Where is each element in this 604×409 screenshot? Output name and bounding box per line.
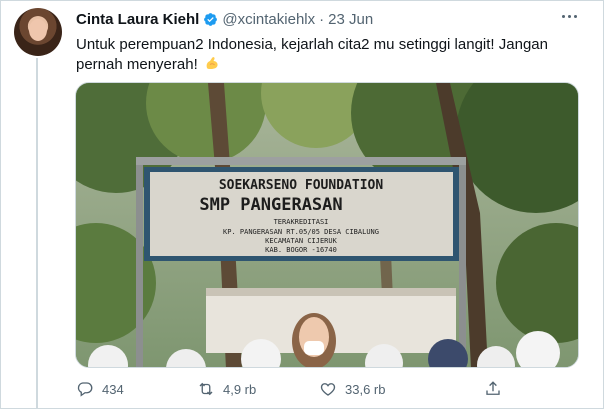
retweet-count: 4,9 rb bbox=[223, 381, 257, 397]
flexed-biceps-emoji-icon bbox=[206, 57, 218, 69]
retweet-icon bbox=[199, 382, 213, 396]
tweet-header: Cinta Laura Kiehl @xcintakiehlx · 23 Jun bbox=[76, 11, 373, 28]
sign-line-2: SMP PANGERASAN bbox=[199, 195, 342, 215]
sign-line-3: TERAKREDITASI bbox=[274, 218, 329, 226]
more-options-icon[interactable] bbox=[562, 9, 582, 23]
reply-count: 434 bbox=[102, 381, 124, 397]
share-icon bbox=[486, 381, 500, 395]
author-handle[interactable]: @xcintakiehlx bbox=[222, 11, 315, 28]
tweet-text-body: Untuk perempuan2 Indonesia, kejarlah cit… bbox=[76, 36, 548, 73]
verified-badge-icon bbox=[204, 13, 218, 26]
sign-line-4: KP. PANGERASAN RT.05/05 DESA CIBALUNG bbox=[223, 228, 379, 236]
avatar[interactable] bbox=[14, 8, 62, 56]
tweet-date[interactable]: 23 Jun bbox=[328, 11, 373, 28]
reply-button[interactable]: 434 bbox=[76, 380, 124, 398]
like-button[interactable]: 33,6 rb bbox=[319, 380, 385, 398]
sign-line-6: KAB. BOGOR -16740 bbox=[265, 246, 337, 254]
like-count: 33,6 rb bbox=[345, 381, 386, 397]
heart-icon bbox=[320, 383, 336, 396]
separator-dot: · bbox=[319, 11, 325, 28]
share-button[interactable] bbox=[484, 380, 502, 398]
tweet-text: Untuk perempuan2 Indonesia, kejarlah cit… bbox=[76, 35, 581, 75]
retweet-button[interactable]: 4,9 rb bbox=[197, 380, 256, 398]
sign-line-1: SOEKARSENO FOUNDATION bbox=[219, 178, 384, 193]
reply-icon bbox=[77, 382, 93, 397]
author-name[interactable]: Cinta Laura Kiehl bbox=[76, 11, 199, 28]
photo-illustration: SOEKARSENO FOUNDATION SMP PANGERASAN TER… bbox=[76, 83, 578, 367]
tweet-photo[interactable]: SOEKARSENO FOUNDATION SMP PANGERASAN TER… bbox=[75, 82, 579, 368]
thread-line bbox=[36, 58, 38, 409]
tweet-actions: 434 4,9 rb 33,6 rb bbox=[76, 380, 576, 400]
sign-line-5: KECAMATAN CIJERUK bbox=[265, 237, 337, 245]
